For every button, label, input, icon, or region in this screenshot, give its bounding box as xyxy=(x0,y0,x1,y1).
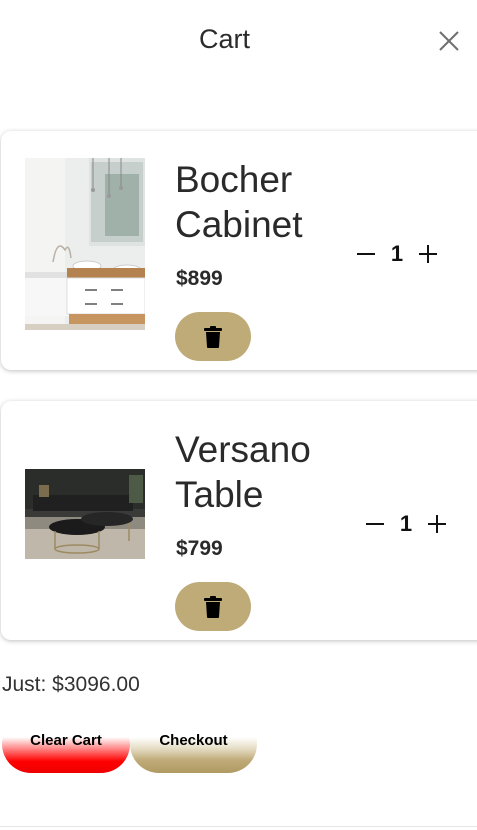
divider xyxy=(0,826,477,827)
checkout-button[interactable]: Checkout xyxy=(130,715,257,773)
product-name: Versano Table xyxy=(175,429,311,515)
product-image[interactable] xyxy=(25,469,145,559)
minus-icon[interactable] xyxy=(363,512,387,536)
product-name: Bocher Cabinet xyxy=(175,159,303,245)
product-image[interactable] xyxy=(25,158,145,330)
product-price: $899 xyxy=(176,267,223,290)
minus-icon[interactable] xyxy=(354,242,378,266)
cart-total: Just: $3096.00 xyxy=(2,673,140,696)
quantity-value: 1 xyxy=(399,511,413,536)
trash-icon xyxy=(204,325,222,348)
clear-cart-button[interactable]: Clear Cart xyxy=(2,715,130,773)
trash-icon xyxy=(204,595,222,618)
delete-item-button[interactable] xyxy=(175,312,251,361)
delete-item-button[interactable] xyxy=(175,582,251,631)
quantity-stepper: 1 xyxy=(354,241,440,267)
plus-icon[interactable] xyxy=(416,242,440,266)
close-icon[interactable] xyxy=(436,28,462,54)
quantity-value: 1 xyxy=(390,241,404,266)
quantity-stepper: 1 xyxy=(363,511,449,537)
cart-item-card: Bocher Cabinet $899 1 xyxy=(1,131,477,370)
cart-panel: Cart Bocher Cabinet $899 1 Versano Table… xyxy=(0,0,477,830)
product-price: $799 xyxy=(176,537,223,560)
plus-icon[interactable] xyxy=(425,512,449,536)
page-title: Cart xyxy=(198,24,250,54)
cart-item-card: Versano Table $799 1 xyxy=(1,401,477,640)
